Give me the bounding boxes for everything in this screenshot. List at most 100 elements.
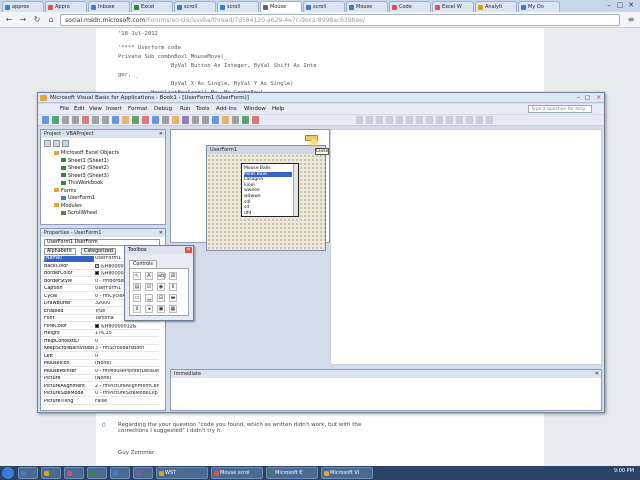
toolbar-button-icon[interactable] bbox=[172, 116, 179, 124]
toolbar-button-icon[interactable] bbox=[102, 116, 109, 124]
toggle-folders-icon[interactable] bbox=[61, 140, 69, 147]
edit-toolbar-button-icon[interactable] bbox=[416, 116, 423, 124]
property-value[interactable]: &H80000012& bbox=[95, 323, 159, 331]
window-close-icon[interactable]: ✕ bbox=[626, 1, 636, 10]
toolbar-button-icon[interactable] bbox=[142, 116, 149, 124]
property-row[interactable]: HelpContextID 0 bbox=[43, 339, 159, 345]
browser-tab[interactable]: Mouse bbox=[260, 1, 302, 12]
toolbox-control-icon[interactable]: ▭ bbox=[133, 294, 141, 302]
taskbar-app-button[interactable] bbox=[41, 467, 61, 479]
toolbar-button-icon[interactable] bbox=[162, 116, 169, 124]
edit-toolbar-button-icon[interactable] bbox=[466, 116, 473, 124]
project-tree-node[interactable]: UserForm1 bbox=[61, 195, 95, 201]
home-icon[interactable]: ⌂ bbox=[46, 15, 56, 25]
edit-toolbar-button-icon[interactable] bbox=[446, 116, 453, 124]
property-value[interactable]: 176.25 bbox=[95, 331, 159, 337]
taskbar-app-button[interactable] bbox=[64, 467, 84, 479]
toolbar-button-icon[interactable] bbox=[62, 116, 69, 124]
taskbar-app-button[interactable]: WST bbox=[156, 467, 208, 479]
property-value[interactable]: 0 - fmPictureSizeModeClip bbox=[95, 391, 159, 397]
property-value[interactable]: 0 bbox=[95, 354, 159, 360]
project-tree-node[interactable]: Sheet1 (Sheet1) bbox=[61, 158, 109, 164]
edit-toolbar-button-icon[interactable] bbox=[456, 116, 463, 124]
minimize-icon[interactable]: – bbox=[577, 93, 580, 103]
property-row[interactable]: ForeColor &H80000012& bbox=[43, 323, 159, 331]
address-bar[interactable]: social.msdn.microsoft.com/Forums/en-US/i… bbox=[60, 14, 620, 26]
edit-toolbar-button-icon[interactable] bbox=[386, 116, 393, 124]
menu-item-insert[interactable]: Insert bbox=[106, 105, 122, 113]
browser-tab[interactable]: scroll bbox=[217, 1, 259, 12]
wrench-menu-icon[interactable]: ≡ bbox=[626, 15, 636, 25]
property-row[interactable]: MouseIcon (None) bbox=[43, 361, 159, 367]
property-row[interactable]: PictureTiling False bbox=[43, 399, 159, 405]
combobox-list-item[interactable]: kiool bbox=[244, 183, 292, 188]
edit-toolbar-button-icon[interactable] bbox=[426, 116, 433, 124]
browser-tab[interactable]: scroll bbox=[174, 1, 216, 12]
toolbox-control-icon[interactable]: ⊟ bbox=[157, 294, 165, 302]
browser-tab[interactable]: Analyti bbox=[475, 1, 517, 12]
toolbox-close-icon[interactable]: ✕ bbox=[185, 247, 192, 253]
combobox-list-item[interactable]: Meat Balls bbox=[244, 171, 292, 177]
property-row[interactable]: KeepScrollBarsVisible 3 - fmScrollBarsBot… bbox=[43, 346, 159, 352]
property-row[interactable]: Picture (None) bbox=[43, 376, 159, 382]
toolbar-button-icon[interactable] bbox=[252, 116, 259, 124]
menu-item-window[interactable]: Window bbox=[244, 105, 266, 113]
forward-arrow-icon[interactable]: → bbox=[18, 15, 28, 25]
close-icon[interactable]: ✕ bbox=[159, 229, 163, 237]
property-value[interactable]: False bbox=[95, 399, 159, 405]
combobox-list-item[interactable]: sd bbox=[244, 205, 292, 210]
toolbox-control-icon[interactable]: ▦ bbox=[169, 305, 177, 313]
property-value[interactable]: (None) bbox=[95, 376, 159, 382]
edit-toolbar-button-icon[interactable] bbox=[486, 116, 493, 124]
project-tree-node[interactable]: Forms bbox=[54, 188, 76, 194]
toolbar-button-icon[interactable] bbox=[152, 116, 159, 124]
menu-item-debug[interactable]: Debug bbox=[154, 105, 172, 113]
close-icon[interactable]: ✕ bbox=[596, 93, 601, 103]
property-row[interactable]: MousePointer 0 - fmMousePointerDefault bbox=[43, 369, 159, 375]
back-arrow-icon[interactable]: ← bbox=[4, 15, 14, 25]
menu-item-help[interactable]: Help bbox=[272, 105, 285, 113]
toolbar-button-icon[interactable] bbox=[242, 116, 249, 124]
toolbar-button-icon[interactable] bbox=[122, 116, 129, 124]
combobox-list-item[interactable]: Moose Balls bbox=[244, 166, 292, 171]
property-row[interactable]: Height 176.25 bbox=[43, 331, 159, 337]
property-row[interactable]: PictureSizeMode 0 - fmPictureSizeModeClip bbox=[43, 391, 159, 397]
menu-item-run[interactable]: Run bbox=[180, 105, 191, 113]
property-value[interactable]: 0 bbox=[95, 339, 159, 345]
toolbox-control-icon[interactable]: ab| bbox=[157, 272, 166, 280]
property-value[interactable]: 2 - fmPictureAlignmentCent bbox=[95, 384, 159, 390]
userform1-design-surface[interactable]: UserForm1 Moose Balls Meat Balls Lasagna ki… bbox=[206, 145, 326, 251]
property-value[interactable]: 3 - fmScrollBarsBoth bbox=[95, 346, 159, 352]
taskbar-app-button[interactable] bbox=[87, 467, 107, 479]
taskbar-app-button[interactable] bbox=[110, 467, 130, 479]
immediate-window[interactable]: Immediate ✕ bbox=[170, 369, 602, 411]
edit-toolbar-button-icon[interactable] bbox=[356, 116, 363, 124]
taskbar-app-button[interactable] bbox=[133, 467, 153, 479]
menu-item-add-ins[interactable]: Add-Ins bbox=[216, 105, 237, 113]
taskbar-app-button[interactable]: Microsoft Vi bbox=[321, 467, 373, 479]
vba-title-bar[interactable]: Microsoft Visual Basic for Applications … bbox=[38, 93, 604, 103]
browser-tab[interactable]: Code bbox=[389, 1, 431, 12]
property-value[interactable]: 0 - fmMousePointerDefault bbox=[95, 369, 159, 375]
view-object-icon[interactable] bbox=[52, 140, 60, 147]
project-tree-node[interactable]: Microsoft Excel Objects bbox=[54, 150, 119, 156]
menu-item-file[interactable]: File bbox=[60, 105, 69, 113]
browser-tab[interactable]: Appro bbox=[45, 1, 87, 12]
project-tree-node[interactable]: Sheet3 (Sheet3) bbox=[61, 173, 109, 179]
tab-controls[interactable]: Controls bbox=[129, 260, 157, 268]
toolbar-button-icon[interactable] bbox=[192, 116, 199, 124]
toolbox-control-icon[interactable]: ⊻ bbox=[169, 283, 177, 291]
list-scrollbar[interactable] bbox=[293, 164, 298, 216]
menu-item-edit[interactable]: Edit bbox=[74, 105, 85, 113]
toolbar-button-icon[interactable] bbox=[92, 116, 99, 124]
browser-tab[interactable]: scroll bbox=[303, 1, 345, 12]
toolbar-button-icon[interactable] bbox=[222, 116, 229, 124]
menu-item-format[interactable]: Format bbox=[128, 105, 147, 113]
combobox-list-item[interactable]: wweee bbox=[244, 188, 292, 193]
toolbar-button-icon[interactable] bbox=[232, 116, 239, 124]
edit-toolbar-button-icon[interactable] bbox=[366, 116, 373, 124]
browser-tab[interactable]: approx bbox=[2, 1, 44, 12]
toolbox-control-icon[interactable]: ⊞ bbox=[169, 272, 177, 280]
property-row[interactable]: Left 0 bbox=[43, 354, 159, 360]
toolbox-control-icon[interactable]: ⇕ bbox=[133, 305, 141, 313]
